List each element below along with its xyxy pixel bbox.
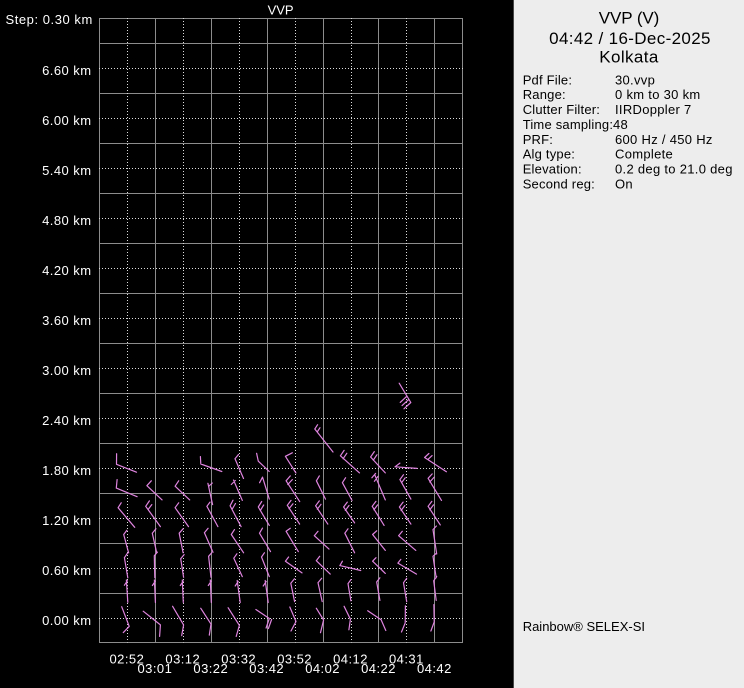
svg-text:Rainbow® SELEX-SI: Rainbow® SELEX-SI — [523, 619, 645, 634]
svg-text:3.60 km: 3.60 km — [42, 313, 91, 328]
svg-text:Time sampling:: Time sampling: — [523, 117, 613, 132]
svg-text:Second reg:: Second reg: — [523, 176, 595, 191]
svg-text:6.60 km: 6.60 km — [42, 63, 91, 78]
svg-text:1.80 km: 1.80 km — [42, 463, 91, 478]
svg-text:600 Hz / 450 Hz: 600 Hz / 450 Hz — [615, 132, 713, 147]
svg-text:5.40 km: 5.40 km — [42, 163, 91, 178]
svg-text:04:42 / 16-Dec-2025: 04:42 / 16-Dec-2025 — [549, 29, 711, 48]
svg-text:Step: 0.30 km: Step: 0.30 km — [6, 12, 93, 27]
svg-text:Alg type:: Alg type: — [523, 147, 575, 162]
svg-text:0.2 deg to 21.0 deg: 0.2 deg to 21.0 deg — [615, 162, 733, 177]
svg-text:Clutter Filter:: Clutter Filter: — [523, 102, 600, 117]
svg-text:VVP (V): VVP (V) — [599, 9, 659, 28]
svg-text:Pdf File:: Pdf File: — [523, 72, 572, 87]
svg-text:04:22: 04:22 — [361, 661, 396, 676]
svg-text:30.vvp: 30.vvp — [615, 72, 655, 87]
svg-text:6.00 km: 6.00 km — [42, 113, 91, 128]
svg-text:0 km to 30 km: 0 km to 30 km — [615, 87, 701, 102]
svg-text:04:42: 04:42 — [417, 661, 452, 676]
svg-text:Elevation:: Elevation: — [523, 162, 582, 177]
svg-text:Complete: Complete — [615, 147, 673, 162]
svg-text:Range:: Range: — [523, 87, 566, 102]
svg-text:Kolkata: Kolkata — [599, 48, 659, 67]
svg-text:2.40 km: 2.40 km — [42, 413, 91, 428]
svg-text:4.20 km: 4.20 km — [42, 263, 91, 278]
svg-text:03:22: 03:22 — [193, 661, 228, 676]
svg-text:On: On — [615, 176, 633, 191]
svg-text:03:01: 03:01 — [138, 661, 173, 676]
svg-text:3.00 km: 3.00 km — [42, 363, 91, 378]
svg-text:4.80 km: 4.80 km — [42, 213, 91, 228]
svg-text:PRF:: PRF: — [523, 132, 553, 147]
svg-text:04:02: 04:02 — [305, 661, 340, 676]
svg-text:VVP: VVP — [268, 3, 294, 18]
svg-text:0.00 km: 0.00 km — [42, 613, 91, 628]
svg-text:IIRDoppler 7: IIRDoppler 7 — [615, 102, 692, 117]
svg-text:48: 48 — [613, 117, 628, 132]
svg-text:1.20 km: 1.20 km — [42, 513, 91, 528]
svg-text:0.60 km: 0.60 km — [42, 563, 91, 578]
svg-text:03:42: 03:42 — [249, 661, 284, 676]
